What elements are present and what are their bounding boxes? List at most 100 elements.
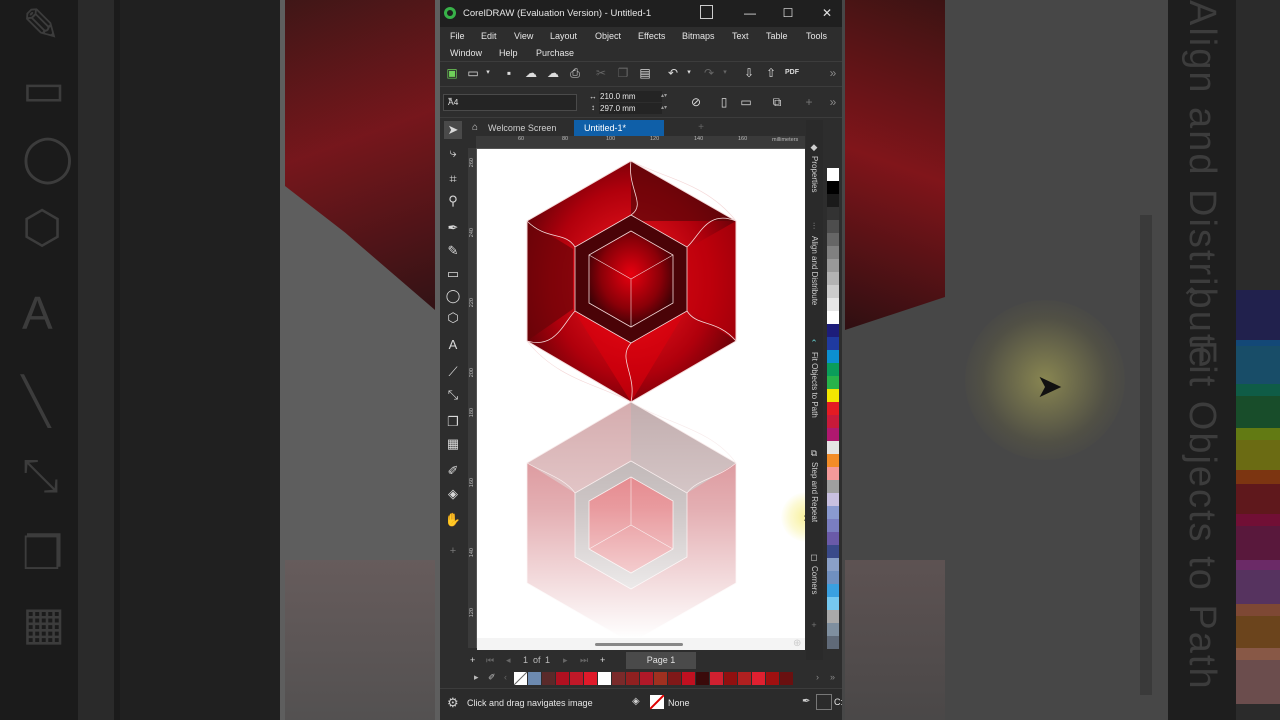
menu-file[interactable]: File [450, 31, 465, 41]
drop-shadow-icon[interactable]: ❐ [444, 413, 462, 431]
document-palette-swatch[interactable] [542, 672, 555, 685]
tab-untitled-1[interactable]: Untitled-1* [574, 120, 664, 136]
open-icon[interactable]: ▭ [466, 66, 480, 80]
menu-text[interactable]: Text [732, 31, 749, 41]
eyedropper-tool-icon[interactable]: ✐ [444, 462, 462, 480]
chevron-down-icon[interactable]: ▾ [682, 66, 696, 80]
menu-table[interactable]: Table [766, 31, 788, 41]
horizontal-scrollbar[interactable] [595, 643, 683, 646]
palette-scroll-left-icon[interactable]: ‹ [504, 672, 507, 682]
print-icon[interactable]: ⎙ [568, 66, 582, 80]
palette-swatch[interactable] [827, 558, 839, 571]
import-icon[interactable]: ⇩ [742, 66, 756, 80]
docker-corners[interactable]: Corners [810, 566, 819, 594]
smart-fill-icon[interactable]: ✋ [444, 511, 462, 529]
palette-swatch[interactable] [827, 571, 839, 584]
palette-swatch[interactable] [827, 350, 839, 363]
step-repeat-docker-icon[interactable]: ⧉ [809, 448, 819, 458]
document-palette-swatch[interactable] [654, 672, 667, 685]
page-width-input[interactable]: 210.0 mm [599, 91, 662, 102]
gear-icon[interactable]: ⚙ [447, 695, 459, 711]
account-icon[interactable] [700, 5, 713, 19]
properties-docker-icon[interactable]: ◆ [809, 142, 819, 152]
interactive-fill-icon[interactable]: ◈ [444, 485, 462, 503]
minimize-button[interactable]: — [738, 3, 762, 23]
menu-effects[interactable]: Effects [638, 31, 665, 41]
document-palette-swatch[interactable] [612, 672, 625, 685]
tab-welcome-screen[interactable]: Welcome Screen [478, 120, 566, 136]
document-palette-swatch[interactable] [738, 672, 751, 685]
page-size-dropdown[interactable]: A4 ▾ [443, 94, 577, 111]
add-page-before-icon[interactable]: + [470, 655, 475, 665]
cloud-upload-icon[interactable]: ☁ [524, 66, 538, 80]
document-palette-swatch[interactable] [626, 672, 639, 685]
transparency-tool-icon[interactable]: ▦ [444, 435, 462, 453]
add-page-after-icon[interactable]: + [600, 655, 605, 665]
palette-swatch[interactable] [827, 207, 839, 220]
crop-tool-icon[interactable]: ⌗ [444, 170, 462, 188]
document-palette-swatch[interactable] [696, 672, 709, 685]
palette-swatch[interactable] [827, 454, 839, 467]
chevron-down-icon[interactable]: ▾ [481, 66, 495, 80]
eyedropper-icon[interactable]: ✐ [488, 672, 496, 683]
menu-edit[interactable]: Edit [481, 31, 497, 41]
connector-tool-icon[interactable]: ⤡ [444, 386, 462, 404]
docker-step-and-repeat[interactable]: Step and Repeat [810, 462, 819, 522]
add-docker-icon[interactable]: + [809, 620, 819, 630]
no-color-swatch[interactable] [514, 672, 527, 685]
height-spinner[interactable]: ▴▾ [661, 103, 669, 114]
palette-swatch[interactable] [827, 493, 839, 506]
navigator-zoom-icon[interactable]: ⊕ [793, 638, 801, 649]
zoom-tool-icon[interactable]: ⚲ [444, 192, 462, 210]
outline-swatch[interactable] [816, 694, 832, 710]
new-document-icon[interactable]: ▣ [445, 66, 459, 80]
palette-swatch[interactable] [827, 285, 839, 298]
width-spinner[interactable]: ▴▾ [661, 91, 669, 102]
page-height-input[interactable]: 297.0 mm [599, 103, 662, 114]
docker-properties[interactable]: Properties [810, 156, 819, 192]
align-docker-icon[interactable]: ⫶ [809, 221, 819, 231]
save-icon[interactable]: ▪ [502, 66, 516, 80]
page-layout-icon[interactable]: ⧉ [770, 95, 784, 109]
palette-swatch[interactable] [827, 376, 839, 389]
add-icon[interactable]: + [802, 95, 816, 109]
palette-swatch[interactable] [827, 272, 839, 285]
menu-tools[interactable]: Tools [806, 31, 827, 41]
document-palette-swatch[interactable] [668, 672, 681, 685]
last-page-icon[interactable]: ⏭ [580, 655, 588, 666]
palette-swatch[interactable] [827, 623, 839, 636]
document-palette-swatch[interactable] [570, 672, 583, 685]
document-palette-swatch[interactable] [556, 672, 569, 685]
palette-overflow-icon[interactable]: » [830, 672, 835, 682]
document-palette-swatch[interactable] [584, 672, 597, 685]
palette-swatch[interactable] [827, 597, 839, 610]
cut-icon[interactable]: ✂ [594, 66, 608, 80]
palette-swatch[interactable] [827, 402, 839, 415]
document-palette-swatch[interactable] [780, 672, 793, 685]
rectangle-tool-icon[interactable]: ▭ [444, 265, 462, 283]
document-palette-swatch[interactable] [766, 672, 779, 685]
artistic-media-icon[interactable]: ✎ [444, 242, 462, 260]
chevron-down-icon[interactable]: ▾ [718, 66, 732, 80]
document-palette-swatch[interactable] [752, 672, 765, 685]
portrait-icon[interactable]: ▯ [717, 95, 731, 109]
document-palette-swatch[interactable] [710, 672, 723, 685]
paste-icon[interactable]: ▤ [638, 66, 652, 80]
palette-swatch[interactable] [827, 324, 839, 337]
pick-tool-icon[interactable]: ➤ [444, 121, 462, 139]
export-icon[interactable]: ⇧ [764, 66, 778, 80]
parallel-dimension-icon[interactable]: ⟋ [444, 363, 462, 381]
fill-none-swatch[interactable] [650, 695, 664, 709]
palette-swatch[interactable] [827, 480, 839, 493]
palette-swatch[interactable] [827, 220, 839, 233]
palette-swatch[interactable] [827, 363, 839, 376]
palette-swatch[interactable] [827, 532, 839, 545]
propbar-overflow-icon[interactable]: » [826, 95, 840, 109]
toolbar-overflow-icon[interactable]: » [826, 66, 840, 80]
drawing-canvas[interactable]: ➤ [477, 149, 805, 638]
palette-swatch[interactable] [827, 428, 839, 441]
menu-view[interactable]: View [514, 31, 533, 41]
palette-expand-icon[interactable]: ▸ [474, 672, 479, 683]
redo-icon[interactable]: ↷ [702, 66, 716, 80]
palette-swatch[interactable] [827, 519, 839, 532]
